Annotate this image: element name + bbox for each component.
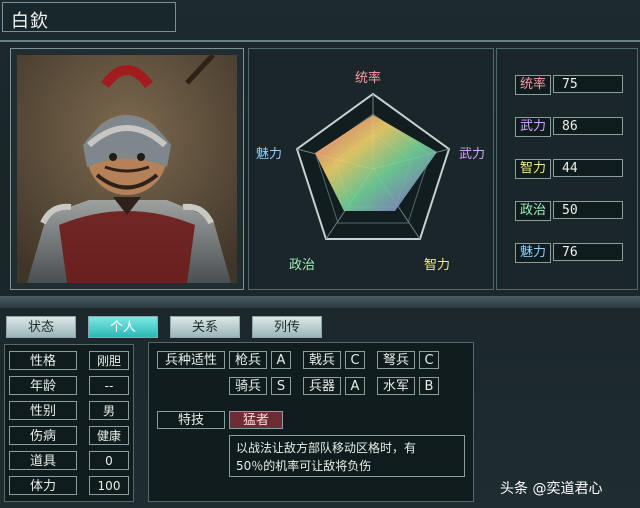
skill-title: 特技 xyxy=(157,411,225,429)
aptitude-siege-label: 兵器 xyxy=(303,377,341,395)
stat-row-intelligence: 智力 44 xyxy=(515,159,625,179)
portrait-illustration xyxy=(17,55,237,283)
general-portrait xyxy=(17,55,237,283)
radar-label-bottom-left: 政治 xyxy=(289,258,316,273)
stat-row-charm: 魅力 76 xyxy=(515,243,625,263)
gender-label: 性别 xyxy=(9,401,77,420)
stat-label-charm: 魅力 xyxy=(515,243,551,263)
aptitude-halberd-grade: C xyxy=(345,351,365,369)
header-divider xyxy=(0,40,640,42)
radar-label-top: 统率 xyxy=(355,71,382,86)
age-value: -- xyxy=(89,376,129,395)
tab-relations[interactable]: 关系 xyxy=(170,316,240,338)
personal-info-panel: 性格 刚胆 年龄 -- 性别 男 伤病 健康 道具 0 体力 100 xyxy=(4,344,134,502)
general-name-bar: 白欽 xyxy=(2,2,176,32)
radar-label-bottom-right: 智力 xyxy=(424,258,451,273)
stat-row-politics: 政治 50 xyxy=(515,201,625,221)
stat-row-command: 统率 75 xyxy=(515,75,625,95)
stat-value-command: 75 xyxy=(553,75,623,93)
stat-value-charm: 76 xyxy=(553,243,623,261)
skill-description-box: 以战法让敌方部队移动区格时，有 50％的机率可让敌将负伤 xyxy=(229,435,465,477)
stamina-label: 体力 xyxy=(9,476,77,495)
portrait-frame xyxy=(10,48,244,290)
stat-value-intelligence: 44 xyxy=(553,159,623,177)
aptitude-skill-panel: 兵种适性 枪兵 A 戟兵 C 弩兵 C 骑兵 S 兵器 A 水军 B 特技 猛者… xyxy=(148,342,474,502)
aptitude-siege-grade: A xyxy=(345,377,365,395)
aptitude-halberd-label: 戟兵 xyxy=(303,351,341,369)
aptitude-cavalry-grade: S xyxy=(271,377,291,395)
aptitude-spear-grade: A xyxy=(271,351,291,369)
aptitude-navy-label: 水军 xyxy=(377,377,415,395)
watermark: 头条 @奕道君心 xyxy=(500,481,603,497)
personality-label: 性格 xyxy=(9,351,77,370)
stats-panel: 统率 75 武力 86 智力 44 政治 50 魅力 76 xyxy=(496,48,638,290)
aptitude-navy-grade: B xyxy=(419,377,439,395)
stat-label-war: 武力 xyxy=(515,117,551,137)
stat-value-politics: 50 xyxy=(553,201,623,219)
aptitude-crossbow-grade: C xyxy=(419,351,439,369)
stat-label-command: 统率 xyxy=(515,75,551,95)
injury-label: 伤病 xyxy=(9,426,77,445)
aptitude-spear-label: 枪兵 xyxy=(229,351,267,369)
personality-value: 刚胆 xyxy=(89,351,129,370)
injury-value: 健康 xyxy=(89,426,129,445)
aptitude-crossbow-label: 弩兵 xyxy=(377,351,415,369)
age-label: 年龄 xyxy=(9,376,77,395)
section-divider xyxy=(0,296,640,308)
stat-label-politics: 政治 xyxy=(515,201,551,221)
skill-name: 猛者 xyxy=(229,411,283,429)
stamina-value: 100 xyxy=(89,476,129,495)
general-name: 白欽 xyxy=(11,11,49,32)
aptitude-cavalry-label: 骑兵 xyxy=(229,377,267,395)
stat-row-war: 武力 86 xyxy=(515,117,625,137)
aptitude-title: 兵种适性 xyxy=(157,351,225,369)
tab-status[interactable]: 状态 xyxy=(6,316,76,338)
tab-biography[interactable]: 列传 xyxy=(252,316,322,338)
stat-label-intelligence: 智力 xyxy=(515,159,551,179)
tab-personal[interactable]: 个人 xyxy=(88,316,158,338)
radar-label-right: 武力 xyxy=(459,147,486,162)
stat-value-war: 86 xyxy=(553,117,623,135)
items-label: 道具 xyxy=(9,451,77,470)
radar-panel: 统率 武力 智力 政治 魅力 xyxy=(248,48,494,290)
skill-description-line2: 50％的机率可让敌将负伤 xyxy=(236,459,372,473)
items-value: 0 xyxy=(89,451,129,470)
radar-label-left: 魅力 xyxy=(256,147,283,162)
gender-value: 男 xyxy=(89,401,129,420)
skill-description-line1: 以战法让敌方部队移动区格时，有 xyxy=(236,441,417,455)
